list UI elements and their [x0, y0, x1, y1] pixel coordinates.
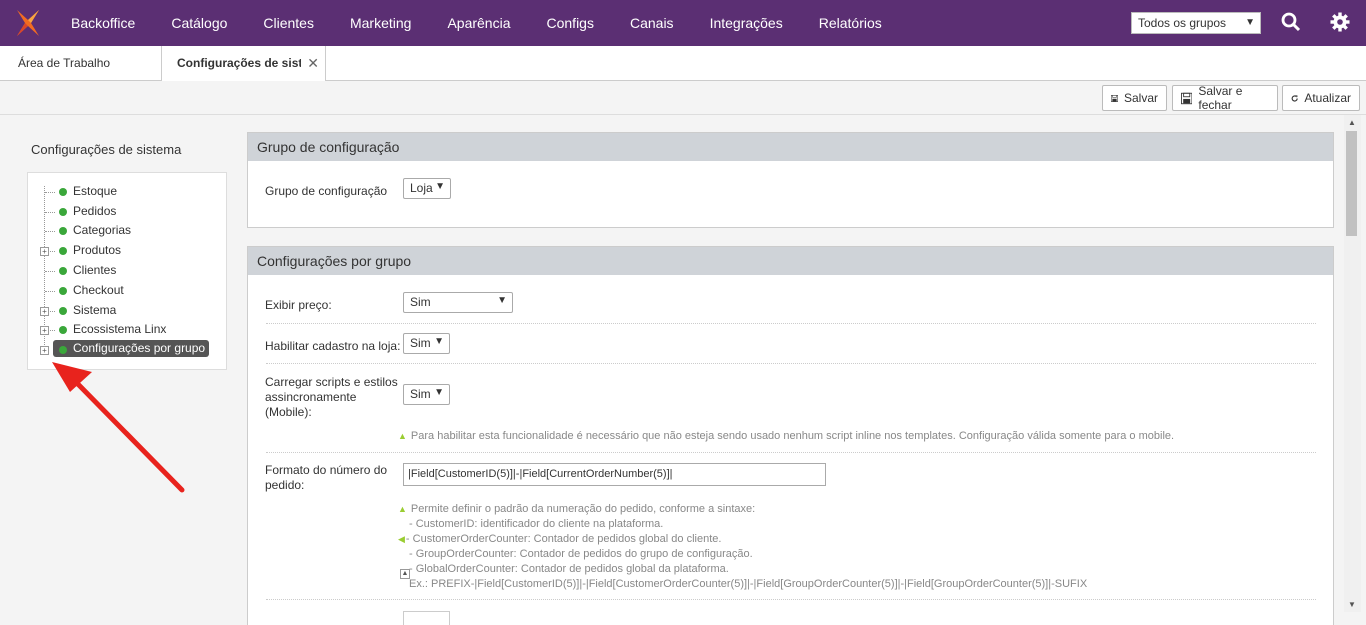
refresh-button[interactable]: Atualizar [1282, 85, 1360, 111]
field-hint: ▲ Permite definir o padrão da numeração d… [398, 503, 1088, 590]
select-value: Loja [410, 181, 433, 195]
nav-clientes[interactable]: Clientes [245, 0, 332, 46]
gear-icon[interactable] [1330, 12, 1352, 34]
tree-item-checkout[interactable]: Checkout [28, 282, 226, 300]
nav-marketing[interactable]: Marketing [332, 0, 429, 46]
status-dot-icon [59, 326, 67, 334]
tree-item-categorias[interactable]: Categorias [28, 222, 226, 240]
floppy-icon [1181, 92, 1193, 104]
dropdown-arrow-icon: ▼ [435, 181, 445, 192]
store-signup-select[interactable]: Sim ▼ [403, 333, 450, 354]
tree-item-configuracoes-por-grupo[interactable]: + Configurações por grupo [28, 340, 226, 359]
save-label: Salvar [1123, 91, 1158, 105]
action-toolbar: Salvar Salvar e fechar Atualizar [0, 81, 1366, 115]
nav-integracoes[interactable]: Integrações [692, 0, 801, 46]
status-dot-icon [59, 307, 67, 315]
panel-header: Configurações por grupo [248, 247, 1333, 275]
field-label: Grupo de configuração [265, 184, 388, 198]
brand-logo[interactable] [0, 0, 56, 46]
expand-icon[interactable]: + [40, 307, 49, 316]
group-filter-select[interactable]: Todos os grupos ▼ [1131, 12, 1261, 34]
settings-tree: Estoque Pedidos Categorias + Produtos Cl… [27, 172, 227, 370]
tree-item-label: Sistema [73, 303, 117, 317]
show-price-select[interactable]: Sim ▼ [403, 292, 513, 313]
nav-configs[interactable]: Configs [529, 0, 612, 46]
status-dot-icon [59, 247, 67, 255]
dropdown-arrow-icon: ▼ [434, 336, 444, 347]
dropdown-arrow-icon: ▼ [1245, 17, 1255, 28]
tree-item-label: Checkout [73, 283, 124, 297]
status-dot-icon [59, 346, 67, 354]
nav-catalogo[interactable]: Catálogo [153, 0, 245, 46]
dropdown-arrow-icon: ▼ [497, 295, 507, 306]
config-group-panel: Grupo de configuração Grupo de configura… [247, 132, 1334, 228]
dropdown-arrow-icon: ▼ [434, 387, 444, 398]
vertical-scrollbar[interactable]: ▲ ▼ [1344, 115, 1361, 612]
tree-item-ecossistema-linx[interactable]: + Ecossistema Linx [28, 321, 226, 339]
field-hint: ▲ Para habilitar esta funcionalidade é ne… [398, 430, 1175, 442]
close-icon[interactable]: ✕ [307, 46, 319, 80]
status-dot-icon [59, 208, 67, 216]
select-value: Sim [410, 387, 431, 401]
status-dot-icon [59, 188, 67, 196]
tree-item-pedidos[interactable]: Pedidos [28, 203, 226, 221]
config-group-select[interactable]: Loja ▼ [403, 178, 451, 199]
scroll-down-icon[interactable]: ▼ [1348, 600, 1356, 609]
field-label: Habilitar cadastro na loja: [265, 339, 401, 353]
expand-icon[interactable]: + [40, 346, 49, 355]
floppy-icon [1111, 94, 1118, 102]
nav-aparencia[interactable]: Aparência [429, 0, 528, 46]
tree-item-label: Pedidos [73, 204, 117, 218]
expand-icon[interactable]: + [40, 247, 49, 256]
tree-item-label: Clientes [73, 263, 117, 277]
nav-canais[interactable]: Canais [612, 0, 692, 46]
save-button[interactable]: Salvar [1102, 85, 1167, 111]
tab-label: Configurações de sistema [177, 56, 301, 70]
tree-item-label: Estoque [73, 184, 118, 198]
main-menu: Backoffice Catálogo Clientes Marketing A… [56, 0, 900, 46]
hint-arrow-icon: ▲ [398, 504, 407, 514]
status-dot-icon [59, 227, 67, 235]
tab-strip: Área de Trabalho Configurações de sistem… [0, 46, 1366, 82]
sidebar-title: Configurações de sistema [31, 142, 182, 157]
select-value: Sim [410, 295, 431, 309]
tree-item-estoque[interactable]: Estoque [28, 183, 226, 201]
status-dot-icon [59, 287, 67, 295]
refresh-label: Atualizar [1304, 91, 1351, 105]
expand-icon[interactable]: + [40, 326, 49, 335]
tree-item-label: Configurações por grupo [53, 340, 210, 357]
group-filter-value: Todos os grupos [1138, 16, 1227, 30]
tab-configuracoes-de-sistema[interactable]: Configurações de sistema ✕ [161, 46, 326, 82]
field-label: Carregar scripts e estilos assincronamen… [265, 375, 398, 419]
nav-backoffice[interactable]: Backoffice [56, 0, 153, 46]
save-and-close-label: Salvar e fechar [1198, 84, 1243, 112]
scroll-up-icon[interactable]: ▲ [1348, 118, 1356, 127]
next-field-partial [403, 611, 450, 625]
hint-arrow-icon: ▲ [398, 431, 407, 441]
search-icon[interactable] [1281, 12, 1303, 34]
toggle-hint-icon[interactable]: ▲ [400, 569, 410, 579]
order-number-format-input[interactable]: |Field[CustomerID(5)]|-|Field[CurrentOrd… [403, 463, 826, 486]
tree-item-label: Ecossistema Linx [73, 322, 167, 336]
tree-item-label: Categorias [73, 223, 132, 237]
field-label: Formato do número do pedido: [265, 463, 388, 492]
panel-header: Grupo de configuração [248, 133, 1333, 161]
collapse-arrow-icon[interactable]: ◀ [398, 534, 405, 544]
group-settings-panel: Configurações por grupo Exibir preço: Si… [247, 246, 1334, 625]
status-dot-icon [59, 267, 67, 275]
tree-item-produtos[interactable]: + Produtos [28, 242, 226, 260]
select-value: Sim [410, 336, 431, 350]
tree-item-sistema[interactable]: + Sistema [28, 302, 226, 320]
main-content: Configurações de sistema Estoque Pedidos… [0, 115, 1344, 625]
refresh-icon [1291, 94, 1298, 102]
tab-area-de-trabalho[interactable]: Área de Trabalho [18, 46, 110, 81]
save-and-close-button[interactable]: Salvar e fechar [1172, 84, 1278, 112]
async-scripts-select[interactable]: Sim ▼ [403, 384, 450, 405]
tree-item-clientes[interactable]: Clientes [28, 262, 226, 280]
nav-relatorios[interactable]: Relatórios [801, 0, 900, 46]
top-navigation-bar: Backoffice Catálogo Clientes Marketing A… [0, 0, 1366, 46]
scroll-thumb[interactable] [1346, 131, 1357, 236]
tree-item-label: Produtos [73, 243, 122, 257]
field-label: Exibir preço: [265, 298, 332, 312]
